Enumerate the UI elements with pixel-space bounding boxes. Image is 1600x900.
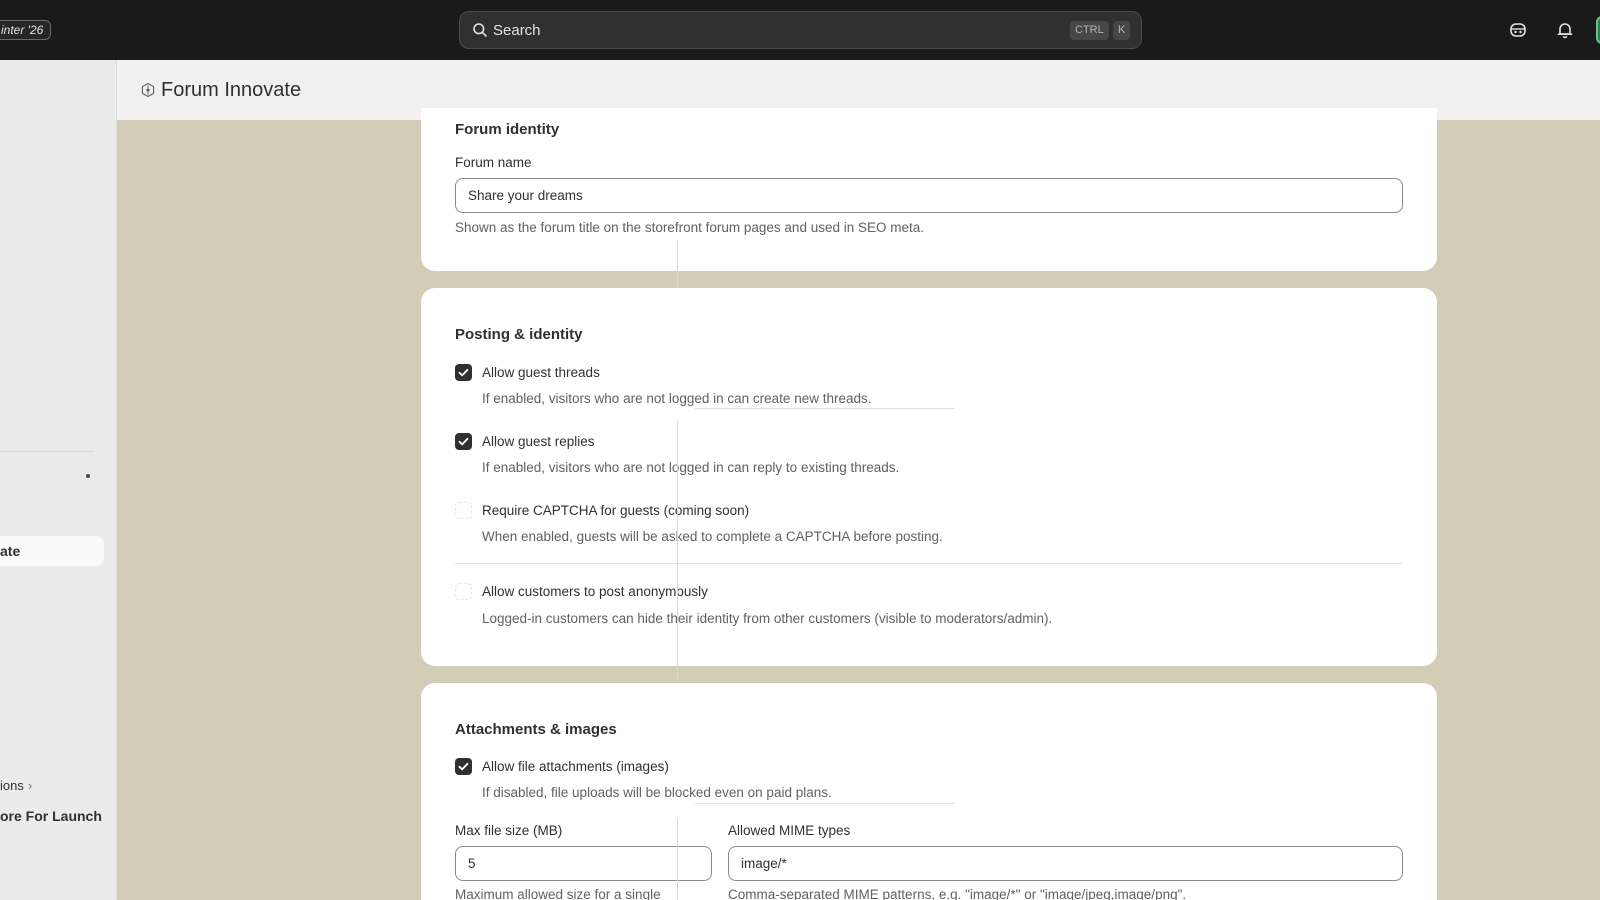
checkmark-icon [458, 762, 469, 771]
search-bar[interactable]: Search CTRL K [459, 11, 1142, 49]
require-captcha-help: When enabled, guests will be asked to co… [482, 529, 943, 544]
allow-attachments-help: If disabled, file uploads will be blocke… [482, 785, 832, 800]
edition-badge[interactable]: inter '26 [0, 20, 52, 40]
sidebar-item-label: ate [0, 543, 21, 559]
search-placeholder: Search [493, 22, 541, 39]
section-title: Forum identity [455, 121, 560, 138]
max-file-size-value: 5 [468, 856, 476, 871]
max-file-size-label: Max file size (MB) [455, 823, 563, 838]
app-hexagon-icon [141, 82, 155, 98]
overlay-guide-line [695, 408, 955, 409]
mime-types-label: Allowed MIME types [728, 823, 851, 838]
chevron-right-icon: › [27, 778, 33, 793]
post-anonymously-checkbox[interactable] [455, 583, 472, 600]
search-icon [473, 23, 487, 37]
max-file-size-help: Maximum allowed size for a single [455, 887, 661, 900]
section-title: Posting & identity [455, 326, 583, 343]
section-title: Attachments & images [455, 721, 617, 738]
checkmark-icon [458, 368, 469, 377]
bell-icon[interactable] [1555, 20, 1575, 40]
overlay-guide-line [677, 818, 678, 900]
forum-name-input[interactable]: Share your dreams [455, 178, 1403, 213]
post-anonymously-help: Logged-in customers can hide their ident… [482, 611, 1053, 626]
sidebar-item-launch[interactable]: ore For Launch [0, 808, 102, 824]
allow-guest-threads-checkbox[interactable] [455, 364, 472, 381]
top-bar: inter '26 Search CTRL K [0, 0, 1600, 60]
max-file-size-input[interactable]: 5 [455, 846, 712, 881]
sidebar-item-active[interactable]: ate [0, 536, 104, 566]
checkmark-icon [458, 437, 469, 446]
mime-types-value: image/* [741, 856, 787, 871]
sidebar-divider [0, 451, 94, 452]
forum-name-help: Shown as the forum title on the storefro… [455, 220, 925, 235]
post-anonymously-label[interactable]: Allow customers to post anonymously [482, 584, 708, 599]
overlay-guide-line [677, 420, 678, 682]
posting-identity-card: Posting & identity Allow guest threads I… [421, 288, 1437, 666]
require-captcha-label[interactable]: Require CAPTCHA for guests (coming soon) [482, 503, 749, 518]
sidebar-dot-indicator [86, 474, 90, 478]
attachments-card: Attachments & images Allow file attachme… [421, 683, 1437, 900]
allow-guest-replies-help: If enabled, visitors who are not logged … [482, 460, 900, 475]
shortcut-k-key: K [1113, 21, 1131, 40]
sidebar: ate ions › ore For Launch [0, 60, 117, 900]
avatar[interactable] [1596, 16, 1600, 44]
forum-name-label: Forum name [455, 155, 532, 170]
mime-types-help: Comma-separated MIME patterns, e.g. "ima… [728, 887, 1187, 900]
forum-name-value: Share your dreams [468, 188, 583, 203]
allow-attachments-checkbox[interactable] [455, 758, 472, 775]
allow-guest-replies-label[interactable]: Allow guest replies [482, 434, 595, 449]
forum-identity-card: Forum identity Forum name Share your dre… [421, 108, 1437, 271]
page-title: Forum Innovate [161, 79, 302, 101]
sidebar-item-label: ions [0, 778, 24, 793]
allow-guest-replies-checkbox[interactable] [455, 433, 472, 450]
overlay-guide-line [695, 803, 955, 804]
card-divider [455, 563, 1403, 564]
sidebar-item-ions[interactable]: ions › [0, 778, 32, 793]
overlay-guide-line [677, 240, 678, 287]
require-captcha-checkbox[interactable] [455, 502, 472, 519]
shortcut-ctrl-key: CTRL [1070, 21, 1109, 40]
allow-guest-threads-label[interactable]: Allow guest threads [482, 365, 600, 380]
sidekick-icon[interactable] [1508, 20, 1528, 40]
allow-guest-threads-help: If enabled, visitors who are not logged … [482, 391, 872, 406]
allow-attachments-label[interactable]: Allow file attachments (images) [482, 759, 669, 774]
mime-types-input[interactable]: image/* [728, 846, 1403, 881]
